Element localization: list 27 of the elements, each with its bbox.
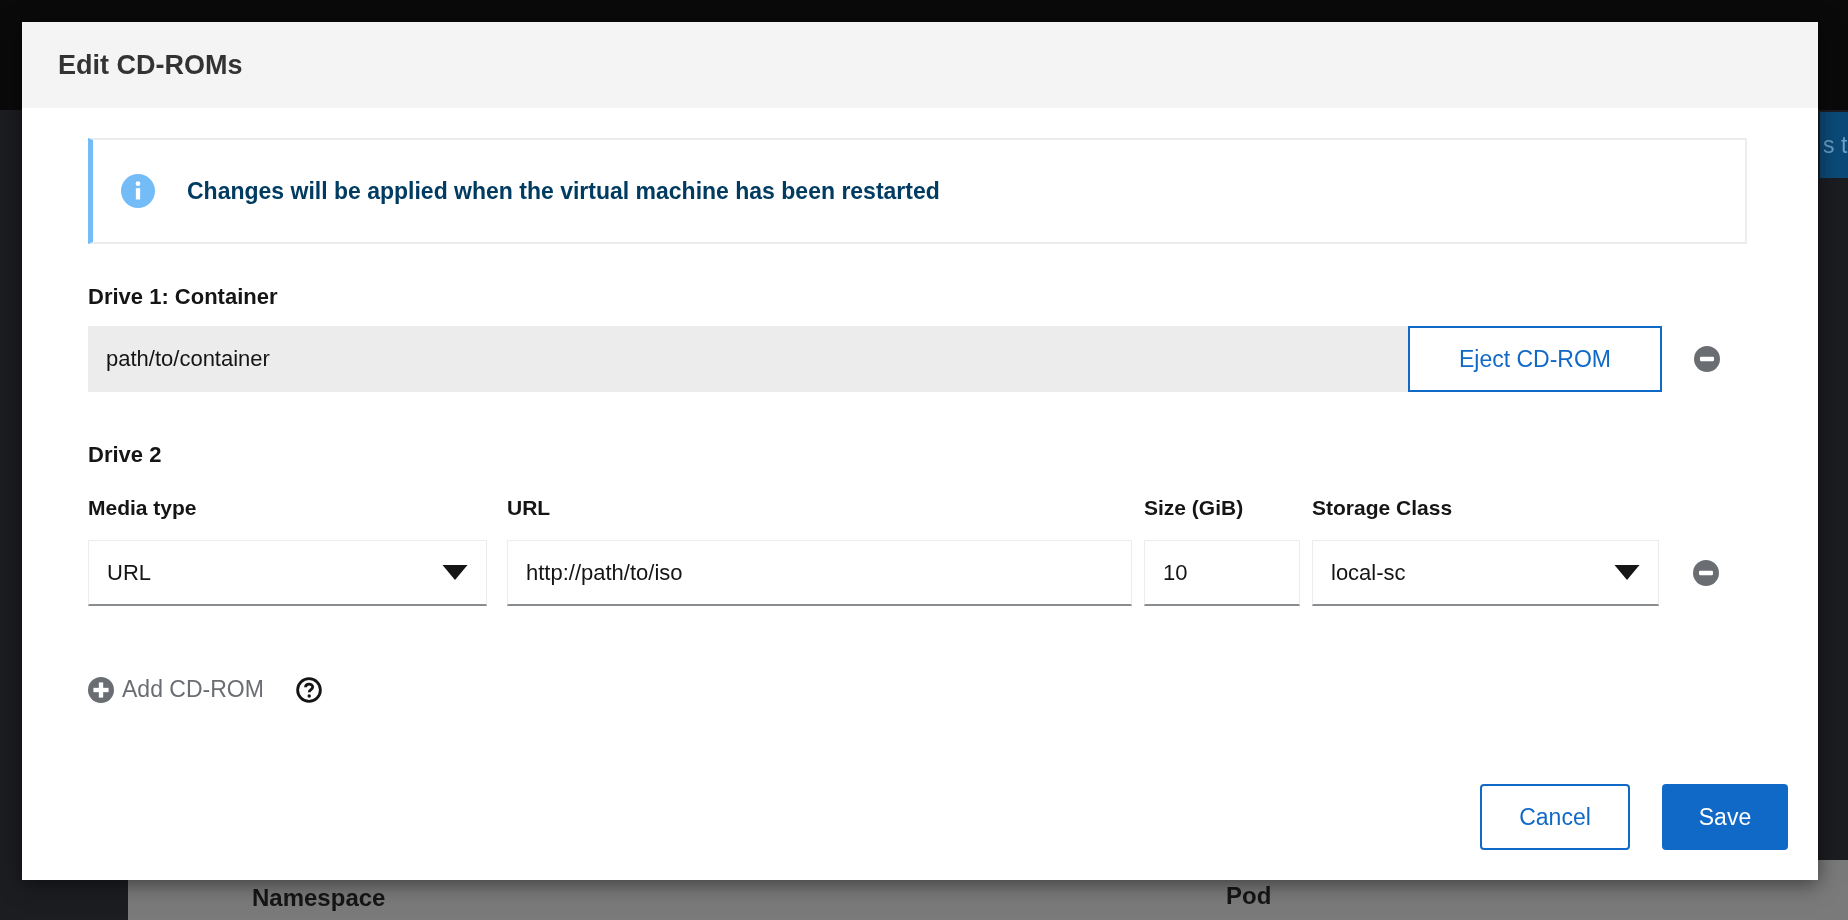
field-label: URL	[507, 496, 552, 520]
field-label: Size (GiB)	[1144, 496, 1245, 520]
eject-button[interactable]: Eject CD-ROM	[1408, 326, 1662, 392]
caret-icon	[442, 565, 468, 580]
cancel-button[interactable]: Cancel	[1480, 784, 1630, 850]
add-cdrom-button[interactable]: Add CD-ROM	[88, 676, 264, 703]
drive-title: Drive 2	[88, 442, 163, 468]
field-label: Media type	[88, 496, 198, 520]
background-label: Pod	[1226, 882, 1272, 910]
remove-icon[interactable]	[1694, 346, 1720, 372]
help-icon[interactable]	[295, 676, 322, 703]
select-field[interactable]: URL	[88, 540, 487, 606]
drive-title: Drive 1: Container	[88, 284, 279, 310]
alert-message: Changes will be applied when the virtual machine has been restarted	[187, 177, 940, 205]
container-path-field: path/to/container	[88, 326, 1408, 392]
plus-icon	[88, 676, 114, 703]
input-field[interactable]: 10	[1144, 540, 1300, 606]
info-icon	[121, 174, 155, 208]
select-field[interactable]: local-sc	[1312, 540, 1659, 606]
save-button[interactable]: Save	[1662, 784, 1788, 850]
input-field[interactable]: http://path/to/iso	[507, 540, 1132, 606]
field-label: Storage Class	[1312, 496, 1454, 520]
remove-icon[interactable]	[1693, 560, 1719, 586]
caret-icon	[1614, 565, 1640, 580]
modal-title: Edit CD-ROMs	[58, 49, 243, 81]
background-label: Namespace	[252, 884, 386, 912]
background-button[interactable]: s t	[1820, 112, 1848, 178]
